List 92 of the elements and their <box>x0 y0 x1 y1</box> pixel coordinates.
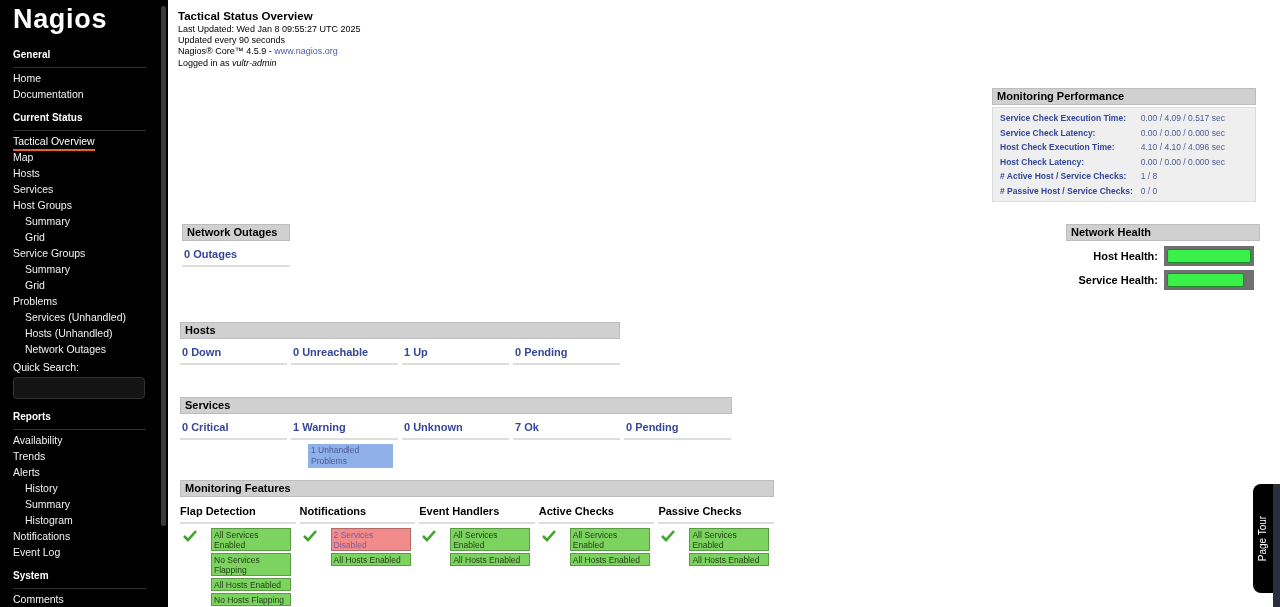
nav-link[interactable]: Histogram <box>25 512 73 528</box>
metric-label: # Active Host / Service Checks: <box>1000 170 1128 183</box>
section-header: Network Health <box>1066 224 1260 241</box>
status-link[interactable]: 7 Ok <box>513 421 541 433</box>
nav-link[interactable]: Grid <box>25 277 45 293</box>
scrollbar[interactable] <box>1273 484 1280 607</box>
health-label: Host Health: <box>1093 248 1158 264</box>
section-heading: Reports <box>13 411 51 422</box>
nav-link[interactable]: Summary <box>25 213 70 229</box>
nav-link[interactable]: Map <box>13 149 34 165</box>
section-heading: System <box>13 570 49 581</box>
feature-badge[interactable]: All Services Enabled <box>689 528 770 551</box>
metric-label: Service Check Execution Time: <box>1000 112 1127 125</box>
page-tour-tab[interactable]: Page Tour <box>1253 484 1273 593</box>
feature-badge[interactable]: No Services Flapping <box>211 553 291 576</box>
nav-link[interactable]: Notifications <box>13 528 71 544</box>
nav-link[interactable]: Grid <box>25 229 45 245</box>
update-interval-text: Updated every 90 seconds <box>178 35 287 46</box>
section-heading: General <box>13 49 51 60</box>
last-updated-text: Last Updated: Wed Jan 8 09:55:27 UTC 2025 <box>178 23 362 35</box>
section-header: Network Outages <box>182 224 290 241</box>
metric-label: Host Check Execution Time: <box>1000 141 1116 154</box>
nav-link[interactable]: Documentation <box>13 86 84 102</box>
metric-value: 1 / 8 <box>1140 170 1159 183</box>
logo[interactable]: Nagios <box>13 4 108 34</box>
status-link[interactable]: 0 Unreachable <box>291 346 371 358</box>
status-link[interactable]: 0 Down <box>180 346 224 358</box>
feature-badge[interactable]: All Hosts Enabled <box>211 578 291 591</box>
page-title: Tactical Status Overview <box>178 9 314 23</box>
feature-heading: Notifications <box>299 505 367 517</box>
feature-badge[interactable]: No Hosts Flapping <box>211 593 291 606</box>
section-header: Monitoring Features <box>180 480 774 497</box>
nav-link[interactable]: Event Log <box>13 544 61 560</box>
feature-heading: Active Checks <box>538 505 614 517</box>
status-link[interactable]: 0 Pending <box>624 421 681 433</box>
nav-link[interactable]: Tactical Overview <box>13 133 95 151</box>
feature-heading: Event Handlers <box>419 505 500 517</box>
nav-link[interactable]: Services <box>13 181 54 197</box>
search-label: Quick Search: <box>13 360 80 375</box>
nav-link[interactable]: Home <box>13 70 41 86</box>
metric-value: 0.00 / 4.09 / 0.517 sec <box>1140 112 1226 125</box>
feature-heading: Flap Detection <box>180 505 256 517</box>
feature-badge[interactable]: All Services Enabled <box>569 528 650 551</box>
website-link[interactable]: www.nagios.org <box>274 46 338 56</box>
section-header: Hosts <box>180 322 620 339</box>
feature-badge[interactable]: All Services Enabled <box>450 528 531 551</box>
nav-link[interactable]: History <box>25 480 58 496</box>
nav-link[interactable]: Alerts <box>13 464 40 480</box>
feature-heading: Passive Checks <box>658 505 742 517</box>
checkmark-icon <box>302 530 317 542</box>
nav-link[interactable]: Summary <box>25 261 70 277</box>
feature-badge[interactable]: All Hosts Enabled <box>330 553 411 566</box>
version-text: Nagios® Core™ 4.5.9 - www.nagios.org <box>178 46 339 57</box>
metric-value: 0 / 0 <box>1140 184 1159 198</box>
nav-link[interactable]: Hosts (Unhandled) <box>25 325 113 341</box>
health-label: Service Health: <box>1078 272 1158 288</box>
metric-label: Service Check Latency: <box>1000 126 1097 140</box>
nav-link[interactable]: Summary <box>25 496 70 512</box>
scrollbar[interactable] <box>161 6 166 526</box>
checkmark-icon <box>541 530 556 542</box>
section-heading: Current Status <box>13 112 83 123</box>
feature-badge[interactable]: All Services Enabled <box>211 528 291 551</box>
feature-badge[interactable]: All Hosts Enabled <box>569 553 650 566</box>
checkmark-icon <box>422 530 437 542</box>
section-header: Monitoring Performance <box>992 88 1256 105</box>
nav-link[interactable]: Services (Unhandled) <box>25 309 126 325</box>
nav-link[interactable]: Network Outages <box>25 341 107 357</box>
nav-link[interactable]: Trends <box>13 448 46 464</box>
search-field[interactable] <box>13 377 145 399</box>
metric-label: Host Check Latency: <box>1000 155 1086 169</box>
checkmark-icon <box>183 530 197 542</box>
status-link[interactable]: 1 Warning <box>291 421 348 433</box>
metric-value: 0.00 / 0.00 / 0.000 sec <box>1140 155 1226 169</box>
metric-value: 4.10 / 4.10 / 4.096 sec <box>1140 141 1226 154</box>
nav-link[interactable]: Host Groups <box>13 197 72 213</box>
status-link[interactable]: 0 Unknown <box>402 421 465 433</box>
login-text: Logged in as vultr-admin <box>178 57 278 69</box>
section-header: Services <box>180 397 732 414</box>
status-link[interactable]: 0 Outages <box>182 248 240 260</box>
metric-label: # Passive Host / Service Checks: <box>1000 184 1133 198</box>
metric-value: 0.00 / 0.00 / 0.000 sec <box>1140 126 1226 140</box>
nav-link[interactable]: Hosts <box>13 165 40 181</box>
nav-link[interactable]: Service Groups <box>13 245 86 261</box>
checkmark-icon <box>661 530 676 542</box>
feature-badge[interactable]: All Hosts Enabled <box>450 553 531 566</box>
nav-link[interactable]: Comments <box>13 591 64 607</box>
status-link[interactable]: 0 Critical <box>180 421 231 433</box>
feature-badge[interactable]: All Hosts Enabled <box>689 553 770 566</box>
status-link[interactable]: 1 Up <box>402 346 430 358</box>
status-link[interactable]: 0 Pending <box>513 346 570 358</box>
nav-link[interactable]: Availability <box>13 432 63 448</box>
nav-link[interactable]: Problems <box>13 293 58 309</box>
